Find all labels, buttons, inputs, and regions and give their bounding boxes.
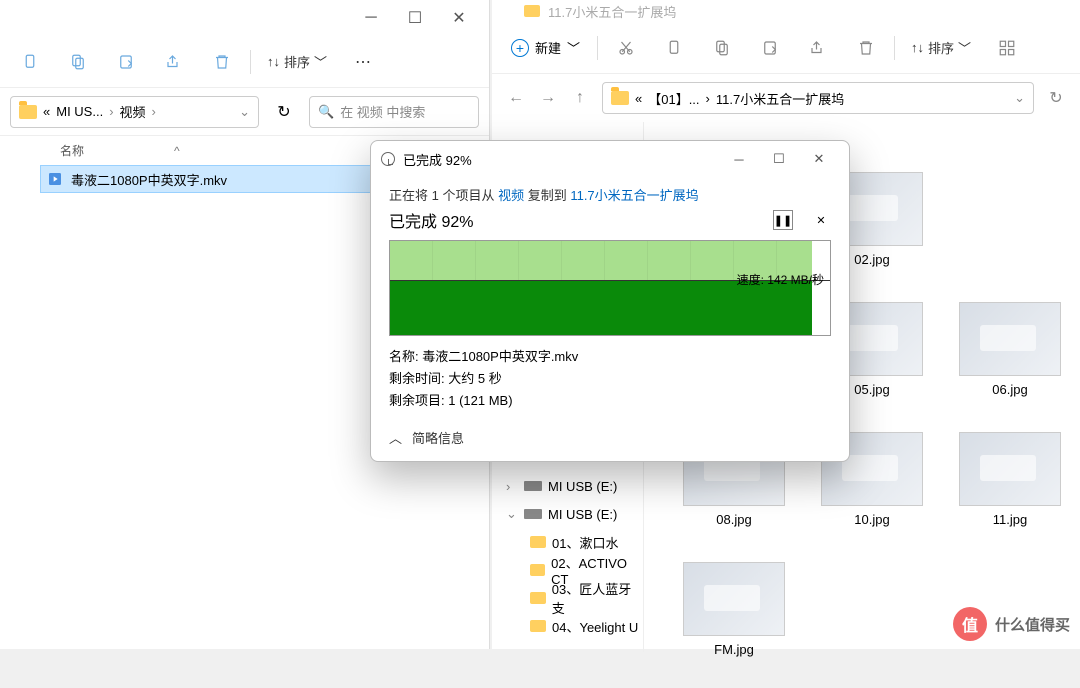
copy-progress-dialog: 已完成 92% ─ ☐ ✕ 正在将 1 个项目从 视频 复制到 11.7小米五合…: [370, 140, 850, 462]
cancel-button[interactable]: ✕: [811, 210, 831, 230]
share-icon[interactable]: [154, 44, 194, 80]
watermark: 值 什么值得买: [953, 607, 1070, 641]
path-seg[interactable]: 11.7小米五合一扩展坞: [716, 89, 844, 108]
source-link[interactable]: 视频: [498, 188, 524, 203]
copy-description: 正在将 1 个项目从 视频 复制到 11.7小米五合一扩展坞: [389, 185, 831, 204]
dialog-titlebar: 已完成 92% ─ ☐ ✕: [371, 141, 849, 177]
up-button[interactable]: ↑: [570, 89, 590, 107]
maximize-button[interactable]: ☐: [393, 3, 437, 33]
video-file-icon: [47, 171, 63, 187]
new-button[interactable]: + 新建 ﹀: [502, 33, 589, 62]
dialog-close-button[interactable]: ✕: [799, 144, 839, 174]
folder-icon: [611, 91, 629, 105]
refresh-button[interactable]: ↻: [1046, 88, 1066, 108]
search-box-left[interactable]: 🔍 在 视频 中搜索: [309, 96, 479, 128]
search-placeholder: 在 视频 中搜索: [340, 102, 425, 121]
copy-icon[interactable]: [58, 44, 98, 80]
sort-button[interactable]: ↑↓ 排序 ﹀: [903, 38, 979, 57]
path-seg[interactable]: 视频: [120, 102, 146, 121]
dialog-title: 已完成 92%: [403, 150, 472, 169]
delete-icon[interactable]: [202, 44, 242, 80]
share-icon[interactable]: [798, 30, 838, 66]
titlebar-left: ─ ☐ ✕: [0, 0, 489, 36]
folder-icon: [19, 105, 37, 119]
progress-percent: 已完成 92%: [389, 208, 473, 232]
sort-label: 排序: [284, 52, 310, 71]
copy-icon[interactable]: [654, 30, 694, 66]
destination-link[interactable]: 11.7小米五合一扩展坞: [570, 188, 698, 203]
tree-item[interactable]: ›MI USB (E:): [492, 472, 643, 500]
cut-icon[interactable]: [10, 44, 50, 80]
toolbar-right: + 新建 ﹀ ↑↓ 排序 ﹀: [492, 22, 1080, 74]
path-box-left[interactable]: « MI US... › 视频 › ⌄: [10, 96, 259, 128]
speed-graph: 速度: 142 MB/秒: [389, 240, 831, 336]
sort-icon: ↑↓: [267, 54, 280, 69]
more-icon[interactable]: ⋯: [343, 44, 383, 80]
back-button[interactable]: ←: [506, 89, 526, 107]
paste-icon[interactable]: [106, 44, 146, 80]
address-row-left: « MI US... › 视频 › ⌄ ↻ 🔍 在 视频 中搜索: [0, 88, 489, 136]
speed-label: 速度: 142 MB/秒: [737, 271, 824, 288]
tree-item[interactable]: ⌄MI USB (E:): [492, 500, 643, 528]
sort-icon: ↑↓: [911, 40, 924, 55]
titlebar-right: 11.7小米五合一扩展坞: [492, 0, 1080, 22]
sort-button[interactable]: ↑↓ 排序 ﹀: [259, 52, 335, 71]
dialog-maximize-button[interactable]: ☐: [759, 144, 799, 174]
search-icon: 🔍: [318, 104, 334, 120]
path-box-right[interactable]: « 【01】... › 11.7小米五合一扩展坞 ⌄: [602, 82, 1034, 114]
path-seg[interactable]: 【01】...: [648, 89, 699, 108]
details-toggle[interactable]: ︿ 简略信息: [389, 428, 831, 447]
pause-button[interactable]: ❚❚: [773, 210, 793, 230]
file-name: 毒液二1080P中英双字.mkv: [71, 170, 227, 189]
plus-icon: +: [511, 39, 529, 57]
thumbnail-item[interactable]: 06.jpg: [950, 302, 1070, 428]
tree-item[interactable]: 04、Yeelight U: [492, 612, 643, 640]
tree-item[interactable]: 01、漱口水: [492, 528, 643, 556]
toolbar-left: ↑↓ 排序 ﹀ ⋯: [0, 36, 489, 88]
minimize-button[interactable]: ─: [349, 3, 393, 33]
refresh-button[interactable]: ↻: [269, 102, 299, 122]
dialog-minimize-button[interactable]: ─: [719, 144, 759, 174]
view-icon[interactable]: [987, 30, 1027, 66]
paste-icon[interactable]: [702, 30, 742, 66]
forward-button[interactable]: →: [538, 89, 558, 107]
clock-icon: [381, 152, 395, 166]
watermark-badge: 值: [953, 607, 987, 641]
thumbnail-item[interactable]: FM.jpg: [674, 562, 794, 688]
address-row-right: ← → ↑ « 【01】... › 11.7小米五合一扩展坞 ⌄ ↻: [492, 74, 1080, 122]
chevron-up-icon: ︿: [389, 428, 402, 447]
tree-item[interactable]: 03、匠人蓝牙支: [492, 584, 643, 612]
window-title: 11.7小米五合一扩展坞: [548, 2, 676, 21]
path-seg[interactable]: MI US...: [56, 104, 103, 119]
cut-icon[interactable]: [606, 30, 646, 66]
copy-metadata: 名称: 毒液二1080P中英双字.mkv 剩余时间: 大约 5 秒 剩余项目: …: [389, 346, 831, 412]
rename-icon[interactable]: [750, 30, 790, 66]
close-button[interactable]: ✕: [437, 3, 481, 33]
thumbnail-item[interactable]: 11.jpg: [950, 432, 1070, 558]
folder-icon: [524, 5, 540, 17]
watermark-text: 什么值得买: [995, 614, 1070, 635]
delete-icon[interactable]: [846, 30, 886, 66]
